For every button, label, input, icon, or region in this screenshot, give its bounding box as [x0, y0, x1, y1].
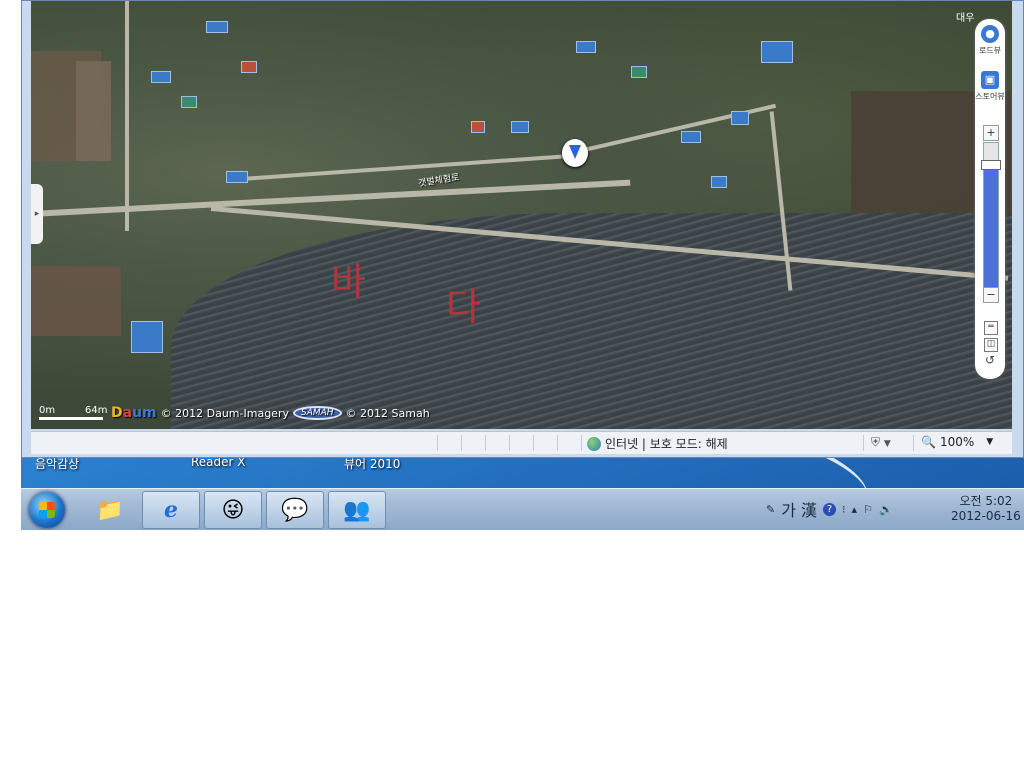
roadview-label: 로드뷰 [978, 46, 1002, 55]
handwritten-char-1: 바 [331, 260, 366, 304]
storeview-label: 스토어뷰 [975, 92, 1005, 101]
zoom-in-button[interactable]: + [983, 125, 999, 141]
map-road [125, 1, 129, 231]
zoom-level-value: 100% [939, 435, 975, 449]
ime-pad-icon[interactable]: ✎ [766, 503, 775, 516]
start-button[interactable] [29, 492, 65, 528]
map-building [151, 71, 171, 83]
map-building [131, 321, 163, 353]
roadview-icon: ● [981, 25, 999, 43]
zoom-dropdown-arrow: ▼ [986, 437, 994, 447]
clock-date: 2012-06-16 [951, 509, 1021, 523]
magnifier-icon: 🔍 [921, 435, 936, 449]
taskbar-item-users[interactable]: 👥 [328, 491, 386, 529]
map-building [631, 66, 647, 78]
action-center-flag-icon[interactable]: ⚐ [863, 503, 873, 516]
browser-window: 바 다 갯벌체험로 ▸ 대우 ● 로드뷰 ▣ 스토어뷰 + − ═ ◫ ↺ 0m… [21, 0, 1024, 458]
zoom-slider-handle[interactable] [981, 160, 1001, 170]
chat-icon: 💬 [281, 497, 309, 523]
location-marker-icon[interactable] [562, 139, 588, 167]
protected-mode-button[interactable]: ⛨ ▼ [871, 435, 891, 450]
map-building [576, 41, 596, 53]
map-building [711, 176, 727, 188]
map-credits: Daum © 2012 Daum-Imagery SAMAH © 2012 Sa… [111, 405, 430, 421]
satellite-map[interactable]: 바 다 갯벌체험로 ▸ 대우 ● 로드뷰 ▣ 스토어뷰 + − ═ ◫ ↺ 0m… [31, 1, 1012, 429]
system-tray: ✎ 가 漢 ? ⁝ ▴ ⚐ 🔈 [766, 497, 893, 521]
ime-options-icon[interactable]: ⁝ [842, 503, 846, 516]
browser-status-bar: 인터넷 | 보호 모드: 해제 ⛨ ▼ 🔍 100% ▼ [31, 431, 1012, 454]
scale-max-label: 64m [85, 405, 108, 416]
windows-logo-icon [39, 502, 55, 518]
scale-min-label: 0m [39, 405, 56, 416]
map-building [761, 41, 793, 63]
zoom-out-button[interactable]: − [983, 287, 999, 303]
security-zone-label: 인터넷 | 보호 모드: 해제 [605, 437, 728, 451]
map-control-bar: ● 로드뷰 ▣ 스토어뷰 + − ═ ◫ ↺ [975, 19, 1005, 379]
users-icon: 👥 [343, 497, 371, 523]
daum-copyright: © 2012 Daum-Imagery [160, 406, 289, 420]
security-dropdown-arrow: ▼ [883, 439, 891, 449]
taskbar-item-messenger[interactable]: 😜 [204, 491, 262, 529]
map-building [511, 121, 529, 133]
samah-logo: SAMAH [292, 406, 342, 420]
clock-time: 오전 5:02 [959, 494, 1013, 508]
area-icon[interactable]: ◫ [984, 338, 998, 352]
taskbar: 📁 e 😜 💬 👥 ✎ 가 漢 ? ⁝ ▴ ⚐ 🔈 오전 5:02 2012-0… [21, 488, 1024, 530]
map-corner-label: 대우 [956, 13, 975, 24]
chevron-right-icon: ▸ [34, 209, 40, 219]
messenger-icon: 😜 [221, 497, 245, 523]
screen: 음악감상 Reader X 뷰어 2010 바 다 갯벌체험로 ▸ 대우 ● 로… [0, 0, 1024, 530]
daum-logo[interactable]: Daum [111, 405, 157, 421]
map-building [241, 61, 257, 73]
map-building [731, 111, 749, 125]
shield-icon: ⛨ [871, 435, 881, 449]
side-panel-toggle[interactable]: ▸ [31, 184, 43, 244]
map-building [471, 121, 485, 133]
map-scale: 0m 64m [39, 405, 107, 420]
taskbar-item-internet-explorer[interactable]: e [142, 491, 200, 529]
help-icon[interactable]: ? [823, 502, 837, 516]
map-building [206, 21, 228, 33]
handwritten-char-2: 다 [446, 285, 481, 329]
folder-icon: 📁 [96, 497, 124, 523]
globe-icon [587, 436, 601, 451]
security-zone[interactable]: 인터넷 | 보호 모드: 해제 [587, 435, 728, 452]
ime-mode-indicator[interactable]: 가 漢 [781, 497, 817, 521]
map-field [76, 61, 111, 161]
map-building [226, 171, 248, 183]
show-hidden-icons-button[interactable]: ▴ [852, 503, 858, 516]
roadview-button[interactable]: ● 로드뷰 [975, 25, 1005, 56]
zoom-level-button[interactable]: 🔍 100% ▼ [921, 435, 993, 449]
samah-copyright: © 2012 Samah [345, 406, 430, 420]
volume-icon[interactable]: 🔈 [879, 503, 893, 516]
scale-bar [39, 417, 103, 420]
map-building [181, 96, 197, 108]
ruler-icon[interactable]: ═ [984, 321, 998, 335]
system-clock[interactable]: 오전 5:02 2012-06-16 [951, 494, 1021, 524]
internet-explorer-icon: e [164, 497, 178, 523]
reset-icon[interactable]: ↺ [984, 354, 996, 367]
map-building [681, 131, 701, 143]
storeview-icon: ▣ [981, 71, 999, 89]
taskbar-item-chat[interactable]: 💬 [266, 491, 324, 529]
zoom-slider-fill [984, 161, 998, 291]
storeview-button[interactable]: ▣ 스토어뷰 [975, 71, 1005, 102]
map-field [31, 266, 121, 336]
taskbar-item-explorer[interactable]: 📁 [81, 491, 139, 529]
